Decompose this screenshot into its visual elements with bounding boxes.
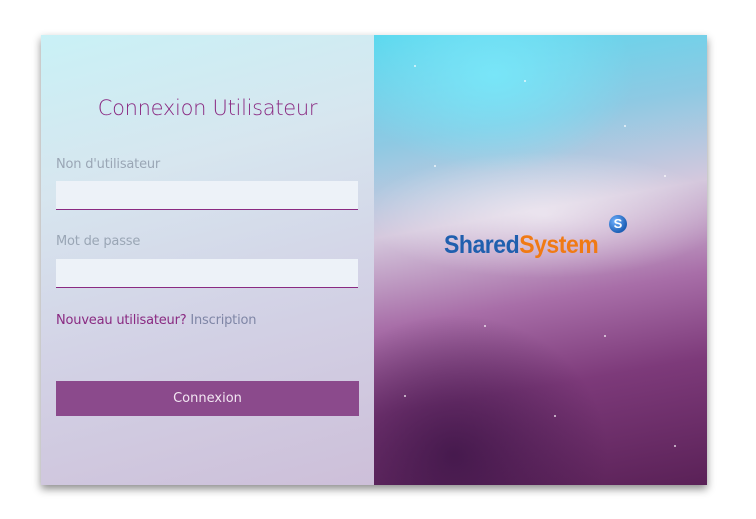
background-star (524, 80, 526, 82)
login-title: Connexion Utilisateur (97, 96, 318, 120)
login-card: Connexion Utilisateur Non d'utilisateur … (41, 35, 707, 485)
login-form-panel: Connexion Utilisateur Non d'utilisateur … (41, 35, 374, 485)
background-star (604, 335, 606, 337)
background-star (404, 395, 406, 397)
brand-panel: SharedSystem S (374, 35, 707, 485)
username-label: Non d'utilisateur (56, 157, 161, 172)
register-question: Nouveau utilisateur? (56, 313, 187, 328)
background-star (434, 165, 436, 167)
logo-shared-text: Shared (444, 231, 520, 259)
background-star (484, 325, 486, 327)
background-star (674, 445, 676, 447)
background-star (414, 65, 416, 67)
register-link[interactable]: Inscription (190, 313, 256, 328)
username-input[interactable] (56, 181, 358, 210)
background-star (624, 125, 626, 127)
logo-system-text: System (519, 231, 599, 259)
password-input[interactable] (56, 259, 358, 288)
logo-mark-icon: S (609, 215, 627, 233)
register-line: Nouveau utilisateur? Inscription (56, 313, 256, 328)
background-star (554, 415, 556, 417)
brand-logo: SharedSystem (444, 231, 599, 260)
login-button[interactable]: Connexion (56, 381, 359, 416)
background-star (664, 175, 666, 177)
password-label: Mot de passe (56, 234, 141, 249)
